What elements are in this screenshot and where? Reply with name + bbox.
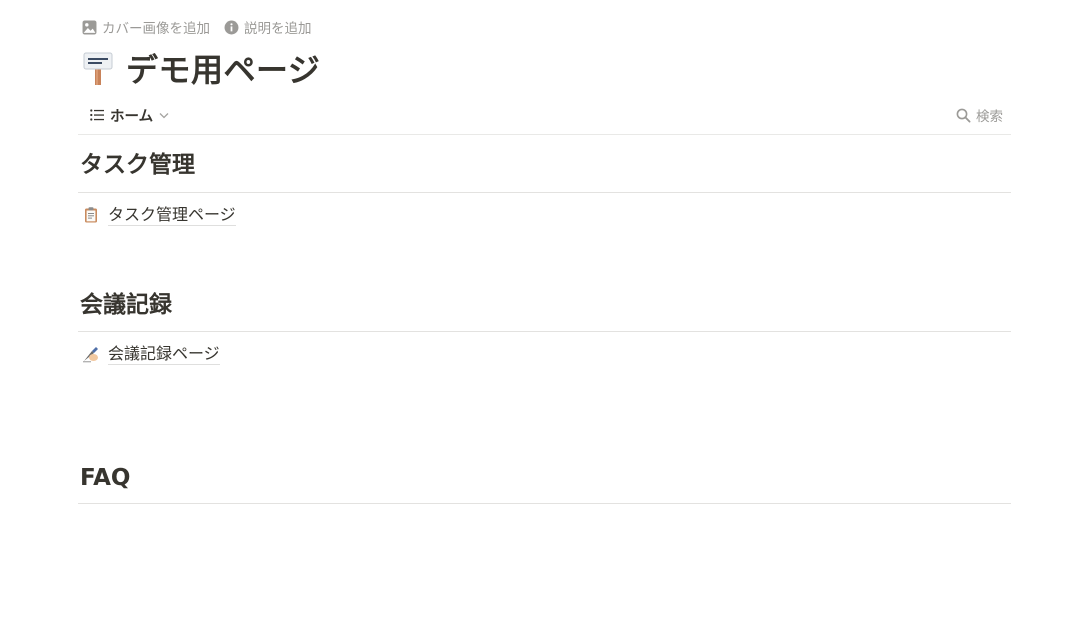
divider xyxy=(78,192,1011,193)
section-heading-faq: FAQ xyxy=(80,465,131,491)
writing-hand-icon xyxy=(83,347,98,363)
info-icon xyxy=(224,20,239,34)
search-label: 検索 xyxy=(976,109,1003,125)
divider xyxy=(78,331,1011,332)
page-link-label: 会議記録ページ xyxy=(108,343,220,365)
list-icon xyxy=(90,109,104,121)
page-title[interactable]: デモ用ページ xyxy=(126,45,320,91)
add-cover-button[interactable]: カバー画像を追加 xyxy=(82,17,210,37)
section-heading-meetings: 会議記録 xyxy=(80,292,172,318)
divider xyxy=(78,503,1011,504)
clipboard-icon xyxy=(85,207,97,223)
chevron-down-icon xyxy=(159,112,169,118)
add-description-label: 説明を追加 xyxy=(244,21,312,37)
view-bar: ホーム 検索 xyxy=(78,100,1011,135)
add-description-button[interactable]: 説明を追加 xyxy=(224,17,312,37)
view-tab-home[interactable]: ホーム xyxy=(90,103,169,127)
search-button[interactable]: 検索 xyxy=(956,103,1003,127)
page-actions: カバー画像を追加 説明を追加 xyxy=(82,17,312,37)
page-link-tasks[interactable]: タスク管理ページ xyxy=(82,203,236,227)
page-link-label: タスク管理ページ xyxy=(108,204,236,226)
add-cover-label: カバー画像を追加 xyxy=(102,21,210,37)
search-icon xyxy=(956,108,971,122)
image-icon xyxy=(82,20,97,34)
page-link-meetings[interactable]: 会議記録ページ xyxy=(82,342,220,366)
section-heading-tasks: タスク管理 xyxy=(80,152,195,178)
title-row: デモ用ページ xyxy=(82,46,320,90)
view-tab-label: ホーム xyxy=(110,108,154,125)
signpost-icon[interactable] xyxy=(82,50,114,86)
